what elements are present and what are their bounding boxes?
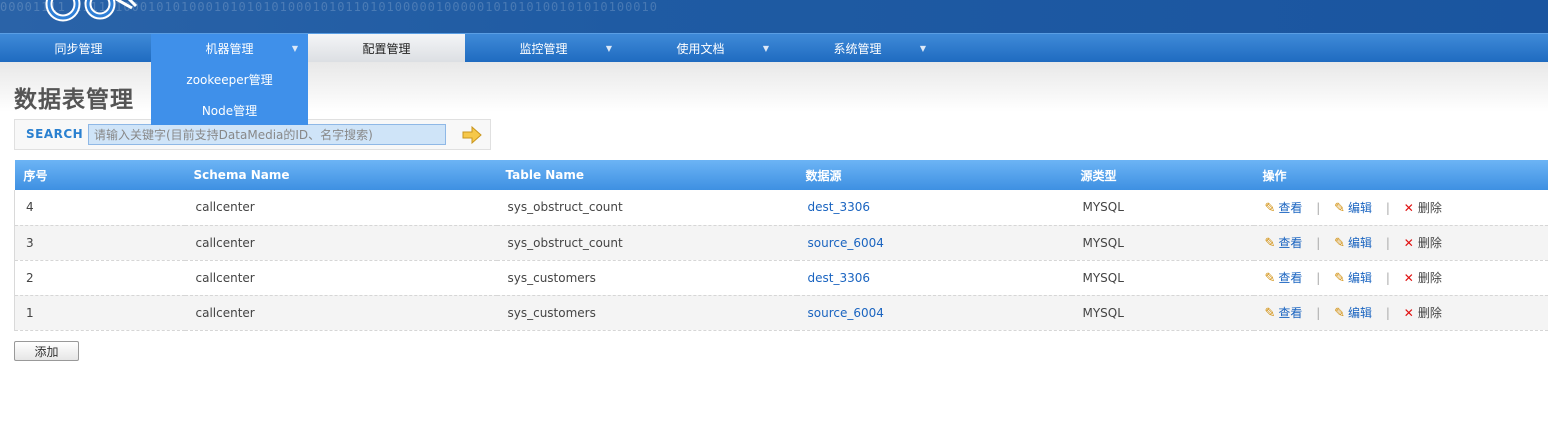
table-row: 2 callcenter sys_customers dest_3306 MYS…: [14, 260, 1548, 296]
pencil-icon: ✎: [1264, 271, 1276, 286]
table-row: 1 callcenter sys_customers source_6004 M…: [14, 295, 1548, 331]
nav-monitor-label: 监控管理: [519, 42, 568, 56]
edit-link[interactable]: 编辑: [1348, 236, 1372, 250]
source-link[interactable]: dest_3306: [808, 200, 871, 214]
separator: |: [1385, 271, 1390, 285]
separator: |: [1316, 236, 1321, 250]
col-header-source: 数据源: [796, 160, 1072, 190]
nav-machine[interactable]: 机器管理 ▼: [151, 34, 308, 62]
separator: |: [1385, 306, 1390, 320]
app-header: 00001111 1111110001010100010101010100010…: [0, 0, 1548, 33]
delete-x-icon: ✕: [1403, 236, 1414, 250]
menu-item-zookeeper[interactable]: zookeeper管理: [151, 62, 308, 93]
view-link[interactable]: 查看: [1278, 271, 1302, 285]
delete-link[interactable]: 删除: [1418, 306, 1442, 320]
view-link[interactable]: 查看: [1278, 201, 1302, 215]
arrow-right-icon[interactable]: [460, 124, 484, 146]
cell-schema: callcenter: [184, 260, 497, 296]
separator: |: [1316, 271, 1321, 285]
search-label: SEARCH: [26, 127, 84, 141]
col-header-type: 源类型: [1071, 160, 1254, 190]
chevron-down-icon: ▼: [919, 44, 926, 53]
cell-id: 2: [14, 260, 185, 296]
delete-link[interactable]: 删除: [1418, 236, 1442, 250]
cell-id: 3: [14, 225, 185, 261]
pencil-icon: ✎: [1264, 236, 1276, 251]
add-button[interactable]: 添加: [14, 341, 79, 361]
nav-docs-label: 使用文档: [676, 42, 725, 56]
separator: |: [1316, 200, 1321, 215]
cell-table: sys_customers: [496, 260, 797, 296]
pencil-icon: ✎: [1264, 200, 1276, 216]
pencil-icon: ✎: [1334, 200, 1346, 216]
cell-schema: callcenter: [184, 295, 497, 331]
edit-link[interactable]: 编辑: [1348, 271, 1372, 285]
cell-schema: callcenter: [184, 225, 497, 261]
edit-link[interactable]: 编辑: [1348, 201, 1372, 215]
menu-item-node[interactable]: Node管理: [151, 93, 308, 124]
delete-x-icon: ✕: [1403, 271, 1414, 285]
cell-source: dest_3306: [796, 260, 1072, 296]
pencil-icon: ✎: [1334, 306, 1346, 321]
view-link[interactable]: 查看: [1278, 236, 1302, 250]
cell-actions: ✎ 查看 | ✎ 编辑 | ✕ 删除: [1253, 260, 1548, 296]
delete-link[interactable]: 删除: [1418, 271, 1442, 285]
source-link[interactable]: source_6004: [808, 306, 884, 320]
cell-id: 1: [14, 295, 185, 331]
nav-config-label: 配置管理: [362, 42, 411, 56]
cell-table: sys_obstruct_count: [496, 190, 797, 226]
nav-sync[interactable]: 同步管理: [0, 34, 157, 62]
data-table: 序号 Schema Name Table Name 数据源 源类型 操作 4 c…: [14, 160, 1548, 331]
page-title: 数据表管理: [14, 87, 134, 113]
machine-dropdown-menu: zookeeper管理 Node管理: [151, 62, 308, 125]
source-link[interactable]: source_6004: [808, 236, 884, 250]
cell-actions: ✎ 查看 | ✎ 编辑 | ✕ 删除: [1253, 295, 1548, 331]
col-header-id: 序号: [14, 160, 185, 190]
separator: |: [1316, 306, 1321, 320]
cell-id: 4: [14, 190, 185, 226]
pencil-icon: ✎: [1334, 271, 1346, 286]
pencil-icon: ✎: [1334, 236, 1346, 251]
chevron-down-icon: ▼: [291, 44, 298, 53]
col-header-table: Table Name: [496, 160, 797, 190]
nav-system[interactable]: 系统管理 ▼: [779, 34, 936, 62]
cell-schema: callcenter: [184, 190, 497, 226]
cell-actions: ✎ 查看 | ✎ 编辑 | ✕ 删除: [1253, 225, 1548, 261]
source-link[interactable]: dest_3306: [808, 271, 871, 285]
edit-link[interactable]: 编辑: [1348, 306, 1372, 320]
main-nav: 同步管理 机器管理 ▼ 配置管理 监控管理 ▼ 使用文档 ▼ 系统管理 ▼: [0, 33, 1548, 62]
col-header-schema: Schema Name: [184, 160, 497, 190]
col-header-actions: 操作: [1253, 160, 1548, 190]
pencil-icon: ✎: [1264, 306, 1276, 321]
nav-docs[interactable]: 使用文档 ▼: [622, 34, 779, 62]
nav-machine-label: 机器管理: [205, 42, 254, 56]
chevron-down-icon: ▼: [762, 44, 769, 53]
cell-source: source_6004: [796, 225, 1072, 261]
nav-monitor[interactable]: 监控管理 ▼: [465, 34, 622, 62]
separator: |: [1385, 200, 1390, 215]
search-input[interactable]: [88, 124, 446, 145]
delete-x-icon: ✕: [1403, 200, 1414, 215]
separator: |: [1385, 236, 1390, 250]
cell-type: MYSQL: [1071, 225, 1254, 261]
cell-source: source_6004: [796, 295, 1072, 331]
logo-icon: [45, 0, 138, 22]
nav-system-label: 系统管理: [833, 42, 882, 56]
cell-source: dest_3306: [796, 190, 1072, 226]
cell-type: MYSQL: [1071, 190, 1254, 226]
cell-type: MYSQL: [1071, 260, 1254, 296]
view-link[interactable]: 查看: [1278, 306, 1302, 320]
cell-table: sys_obstruct_count: [496, 225, 797, 261]
cell-type: MYSQL: [1071, 295, 1254, 331]
table-row: 4 callcenter sys_obstruct_count dest_330…: [14, 190, 1548, 226]
delete-link[interactable]: 删除: [1418, 201, 1442, 215]
cell-table: sys_customers: [496, 295, 797, 331]
nav-sync-label: 同步管理: [54, 42, 103, 56]
nav-config[interactable]: 配置管理: [308, 34, 465, 62]
table-header-row: 序号 Schema Name Table Name 数据源 源类型 操作: [14, 160, 1548, 190]
delete-x-icon: ✕: [1403, 306, 1414, 320]
table-row: 3 callcenter sys_obstruct_count source_6…: [14, 225, 1548, 261]
chevron-down-icon: ▼: [605, 44, 612, 53]
cell-actions: ✎ 查看 | ✎ 编辑 | ✕ 删除: [1253, 190, 1548, 226]
